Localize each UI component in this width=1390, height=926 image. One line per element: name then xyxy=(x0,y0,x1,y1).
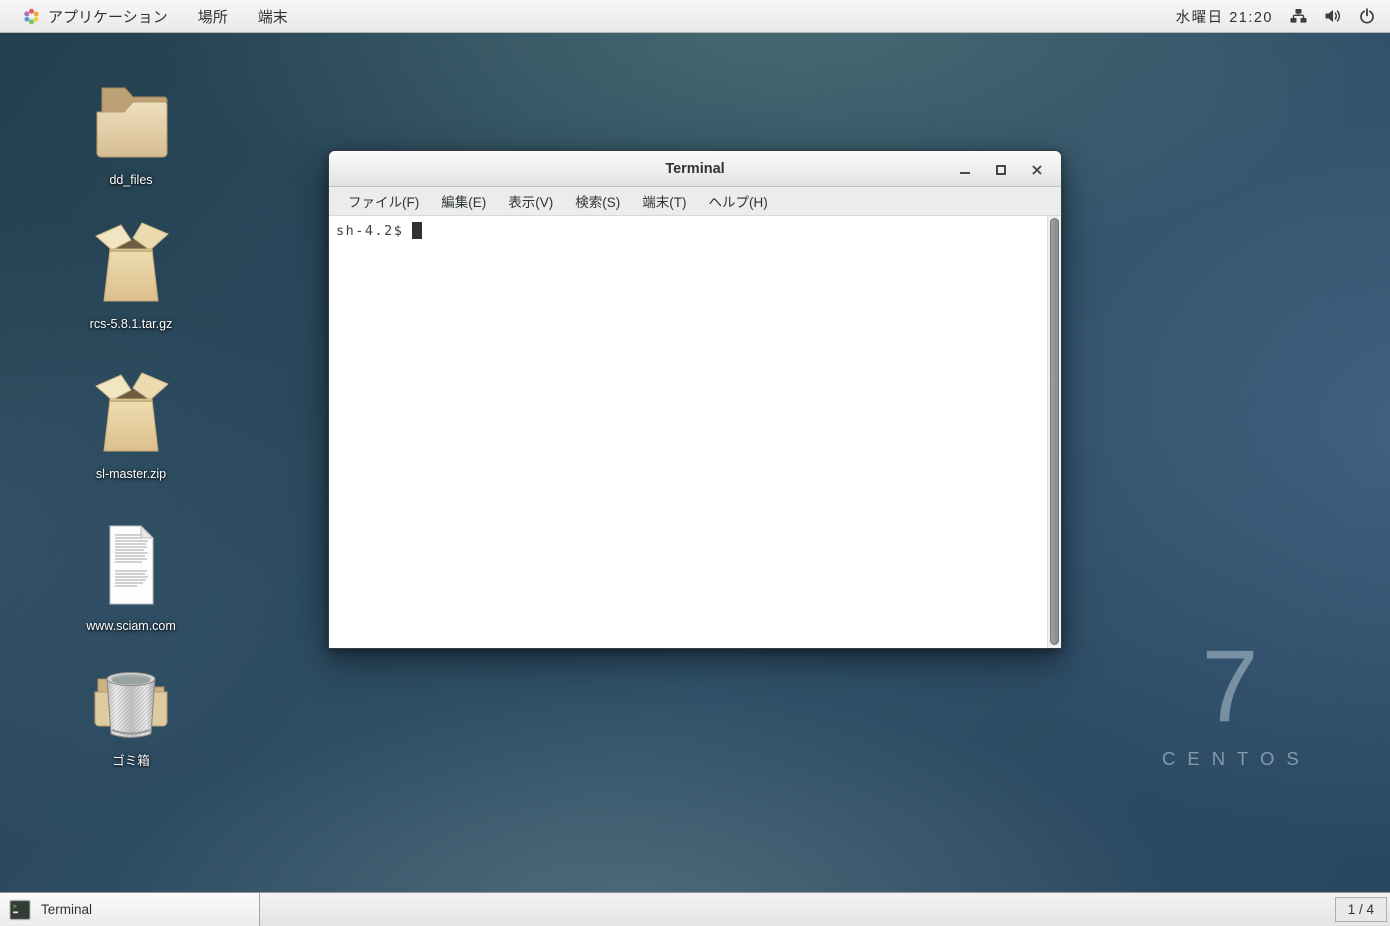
terminal-titlebar[interactable]: Terminal xyxy=(329,151,1061,187)
desktop-icon-www-sciam-com[interactable]: www.sciam.com xyxy=(81,519,181,633)
archive-box-icon xyxy=(85,367,177,464)
desktop-icon-label: rcs-5.8.1.tar.gz xyxy=(90,317,173,331)
desktop: dd_files rcs-5.8.1.tar.gz xyxy=(0,33,1390,892)
desktop-icon-label: sl-master.zip xyxy=(96,467,166,481)
centos-version-numeral: 7 xyxy=(1150,633,1310,740)
terminal-window: Terminal ファイル(F) 編集(E) 表示(V) 検索(S) 端末(T) xyxy=(328,150,1062,649)
window-title: Terminal xyxy=(329,161,1061,177)
window-controls xyxy=(957,161,1061,176)
menu-view[interactable]: 表示(V) xyxy=(497,187,564,215)
centos-brand-text: CENTOS xyxy=(1150,748,1310,770)
desktop-icon-sl-master-zip[interactable]: sl-master.zip xyxy=(81,367,181,481)
applications-menu[interactable]: アプリケーション xyxy=(8,0,183,32)
minimize-button[interactable] xyxy=(957,161,972,176)
terminal-line: sh-4.2$ xyxy=(329,216,1061,239)
desktop-screen: アプリケーション 場所 端末 水曜日 21:20 xyxy=(0,0,1390,926)
system-terminal-menu[interactable]: 端末 xyxy=(243,0,303,32)
close-icon xyxy=(1031,164,1043,176)
power-icon[interactable] xyxy=(1359,8,1375,24)
places-menu-label: 場所 xyxy=(198,6,228,27)
scrollbar-thumb[interactable] xyxy=(1050,218,1059,645)
top-panel: アプリケーション 場所 端末 水曜日 21:20 xyxy=(0,0,1390,33)
terminal-scrollbar[interactable] xyxy=(1047,216,1061,648)
desktop-icon-dd-files[interactable]: dd_files xyxy=(81,73,181,187)
shell-prompt: sh-4.2$ xyxy=(336,223,403,239)
minimize-icon xyxy=(960,172,970,175)
network-icon[interactable] xyxy=(1290,8,1307,24)
terminal-content[interactable]: sh-4.2$ xyxy=(329,216,1061,648)
close-button[interactable] xyxy=(1029,161,1044,176)
applications-menu-label: アプリケーション xyxy=(48,6,168,27)
desktop-icon-label: dd_files xyxy=(109,173,152,187)
places-menu[interactable]: 場所 xyxy=(183,0,243,32)
bottom-taskbar: > Terminal 1 / 4 xyxy=(0,892,1390,926)
desktop-icon-rcs-archive[interactable]: rcs-5.8.1.tar.gz xyxy=(81,217,181,331)
archive-box-icon xyxy=(85,217,177,314)
system-terminal-menu-label: 端末 xyxy=(258,6,288,27)
terminal-app-icon: > xyxy=(8,898,32,922)
workspace-switcher[interactable]: 1 / 4 xyxy=(1335,897,1387,922)
svg-text:>: > xyxy=(13,902,17,910)
desktop-icon-label: www.sciam.com xyxy=(86,619,176,633)
taskbar-task-label: Terminal xyxy=(41,902,92,917)
terminal-menubar: ファイル(F) 編集(E) 表示(V) 検索(S) 端末(T) ヘルプ(H) xyxy=(329,187,1061,216)
document-icon xyxy=(85,519,177,616)
menu-terminal[interactable]: 端末(T) xyxy=(631,187,697,215)
maximize-button[interactable] xyxy=(993,161,1008,176)
centos-watermark: 7 CENTOS xyxy=(1150,633,1310,770)
menu-edit[interactable]: 編集(E) xyxy=(430,187,497,215)
clock[interactable]: 水曜日 21:20 xyxy=(1176,6,1273,27)
applications-icon xyxy=(23,8,40,25)
folder-icon xyxy=(85,73,177,170)
terminal-cursor xyxy=(412,222,422,239)
taskbar-terminal-button[interactable]: > Terminal xyxy=(0,893,260,926)
menu-search[interactable]: 検索(S) xyxy=(564,187,631,215)
desktop-icon-trash[interactable]: ゴミ箱 xyxy=(81,654,181,768)
panel-tray: 水曜日 21:20 xyxy=(1176,6,1390,27)
panel-menus: アプリケーション 場所 端末 xyxy=(0,0,303,32)
volume-icon[interactable] xyxy=(1324,8,1342,24)
menu-file[interactable]: ファイル(F) xyxy=(337,187,430,215)
maximize-icon xyxy=(996,165,1006,175)
trash-icon xyxy=(85,654,177,751)
desktop-icon-label: ゴミ箱 xyxy=(112,754,150,768)
menu-help[interactable]: ヘルプ(H) xyxy=(698,187,779,215)
